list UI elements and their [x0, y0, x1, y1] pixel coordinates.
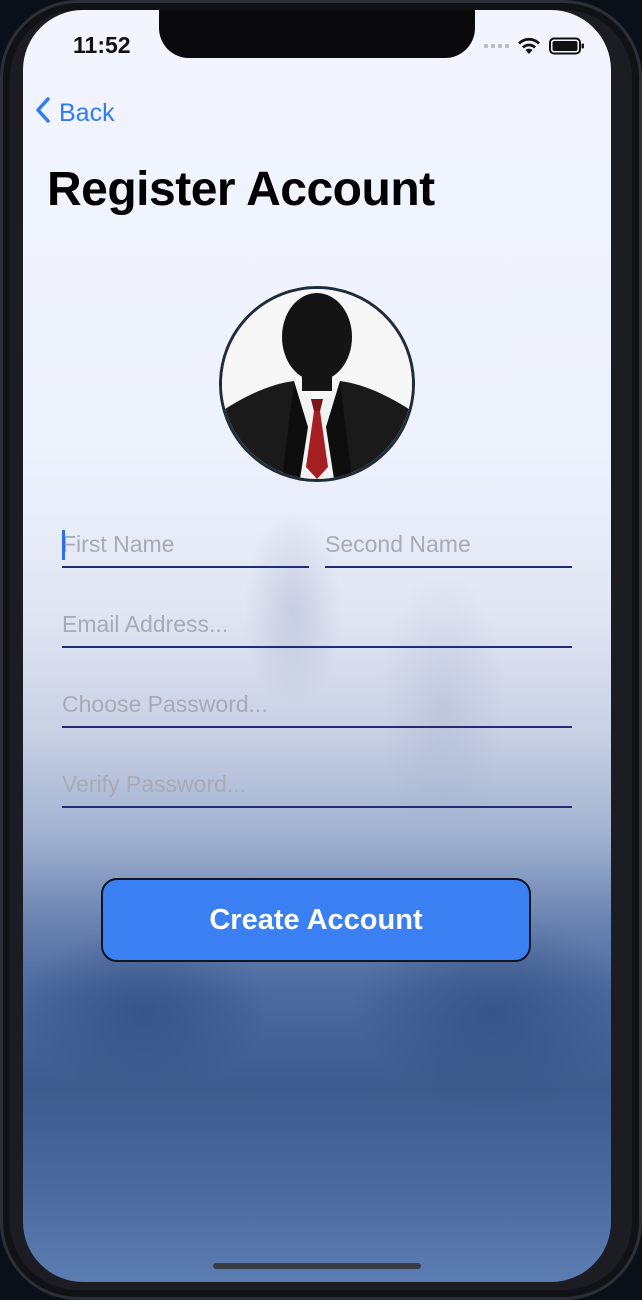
back-label: Back	[59, 99, 115, 127]
email-field[interactable]	[62, 602, 572, 648]
wifi-icon	[517, 37, 541, 55]
create-account-button[interactable]: Create Account	[101, 878, 531, 962]
second-name-input[interactable]	[325, 522, 572, 566]
email-input[interactable]	[62, 602, 572, 646]
person-silhouette-icon	[222, 289, 412, 479]
notch	[159, 10, 475, 58]
status-icons	[484, 36, 585, 56]
page-title: Register Account	[47, 163, 435, 216]
battery-icon	[549, 37, 585, 55]
text-cursor	[62, 530, 65, 560]
password-field[interactable]	[62, 682, 572, 728]
password-input[interactable]	[62, 682, 572, 726]
first-name-field[interactable]	[62, 522, 309, 568]
second-name-field[interactable]	[325, 522, 572, 568]
phone-frame: 11:52 Back Register Account First Name S…	[0, 0, 642, 1300]
verify-password-field[interactable]	[62, 762, 572, 808]
chevron-left-icon	[35, 96, 59, 131]
home-indicator[interactable]	[213, 1263, 421, 1269]
profile-avatar[interactable]	[219, 286, 415, 482]
first-name-input[interactable]	[62, 522, 309, 566]
verify-password-input[interactable]	[62, 762, 572, 806]
status-time: 11:52	[73, 32, 131, 58]
back-button[interactable]: Back	[35, 96, 115, 131]
cellular-signal-icon	[484, 44, 509, 48]
app-screen: 11:52 Back Register Account First Name S…	[23, 10, 611, 1282]
